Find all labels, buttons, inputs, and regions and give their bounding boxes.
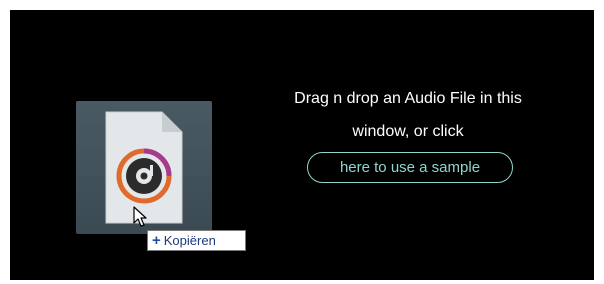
use-sample-button[interactable]: here to use a sample [307, 152, 513, 183]
plus-icon: + [152, 232, 161, 249]
drag-copy-tooltip: + Kopiëren [147, 230, 246, 251]
arrow-cursor-icon [133, 206, 147, 227]
drop-instruction-line1: Drag n drop an Audio File in this [294, 90, 522, 107]
drop-instruction-line2: window, or click [352, 123, 464, 140]
tooltip-label: Kopiëren [163, 233, 216, 248]
drop-zone-panel[interactable]: Drag n drop an Audio File in this window… [10, 10, 594, 280]
